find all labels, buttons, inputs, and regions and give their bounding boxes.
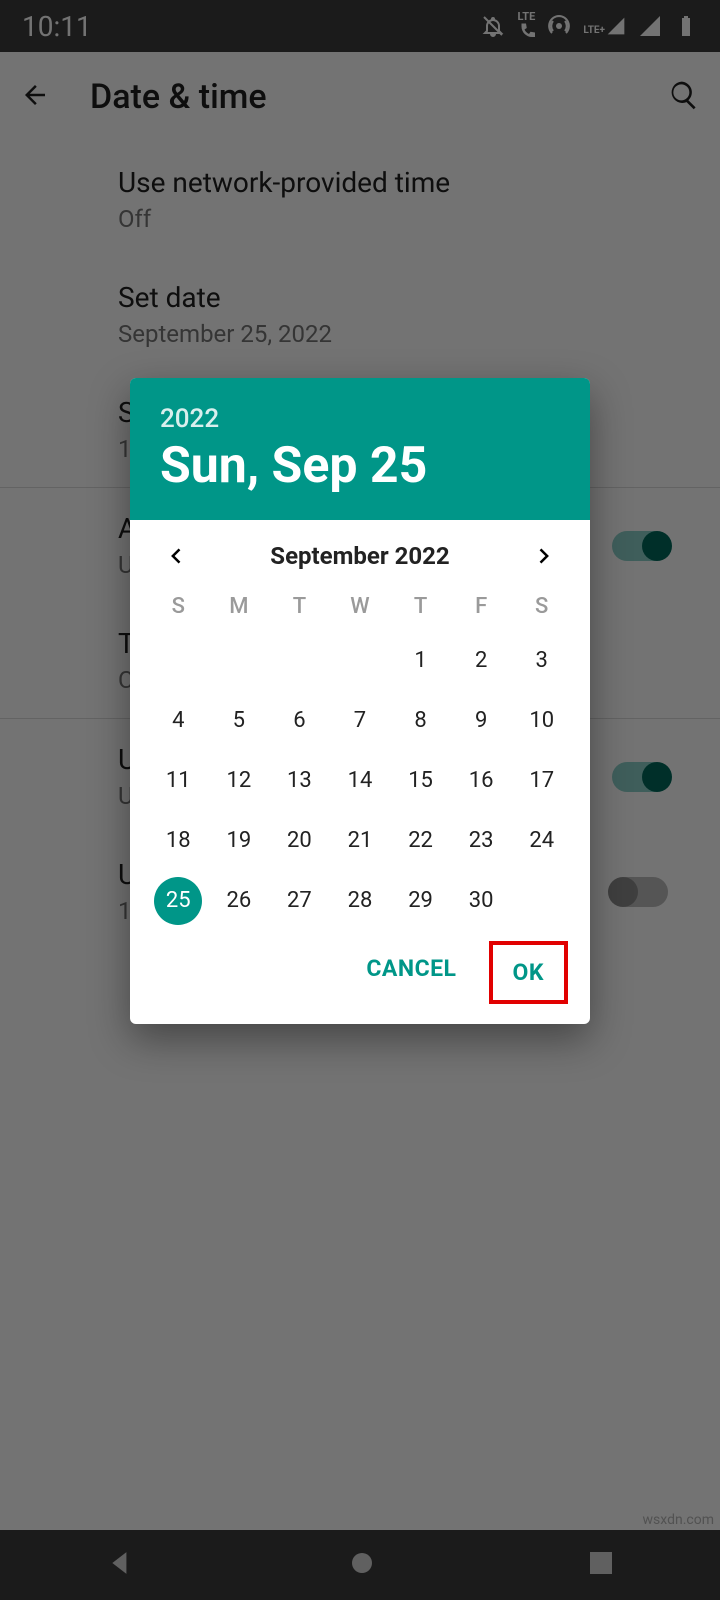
- calendar-day[interactable]: 30: [451, 871, 512, 931]
- calendar-day[interactable]: 15: [390, 751, 451, 811]
- calendar-day[interactable]: 5: [209, 691, 270, 751]
- calendar-day[interactable]: 2: [451, 631, 512, 691]
- calendar-day[interactable]: 6: [269, 691, 330, 751]
- calendar-day[interactable]: 26: [209, 871, 270, 931]
- calendar-day[interactable]: 27: [269, 871, 330, 931]
- calendar-day[interactable]: 16: [451, 751, 512, 811]
- calendar-day[interactable]: 22: [390, 811, 451, 871]
- calendar-empty: [209, 631, 270, 691]
- calendar-day[interactable]: 12: [209, 751, 270, 811]
- next-month-icon[interactable]: [530, 543, 556, 569]
- calendar-day[interactable]: 4: [148, 691, 209, 751]
- calendar-day[interactable]: 19: [209, 811, 270, 871]
- month-nav: September 2022: [130, 520, 590, 582]
- ok-button[interactable]: OK: [493, 945, 564, 1000]
- calendar-day[interactable]: 28: [330, 871, 391, 931]
- month-label: September 2022: [270, 542, 449, 570]
- weekday-label: S: [148, 582, 209, 631]
- date-picker-dialog: 2022 Sun, Sep 25 September 2022 SMTWTFS1…: [130, 378, 590, 1024]
- calendar-empty: [330, 631, 391, 691]
- dialog-header: 2022 Sun, Sep 25: [130, 378, 590, 520]
- calendar-day[interactable]: 17: [511, 751, 572, 811]
- weekday-label: T: [390, 582, 451, 631]
- calendar-grid: SMTWTFS123456789101112131415161718192021…: [130, 582, 590, 931]
- calendar-day[interactable]: 24: [511, 811, 572, 871]
- calendar-day[interactable]: 11: [148, 751, 209, 811]
- cancel-button[interactable]: CANCEL: [346, 941, 476, 1004]
- calendar-day[interactable]: 3: [511, 631, 572, 691]
- calendar-day[interactable]: 1: [390, 631, 451, 691]
- weekday-label: S: [511, 582, 572, 631]
- calendar-empty: [269, 631, 330, 691]
- calendar-day[interactable]: 25: [148, 871, 209, 931]
- weekday-label: W: [330, 582, 391, 631]
- dialog-date[interactable]: Sun, Sep 25: [160, 438, 560, 494]
- calendar-day[interactable]: 7: [330, 691, 391, 751]
- weekday-label: T: [269, 582, 330, 631]
- calendar-day[interactable]: 20: [269, 811, 330, 871]
- calendar-day[interactable]: 9: [451, 691, 512, 751]
- calendar-day[interactable]: 21: [330, 811, 391, 871]
- calendar-empty: [148, 631, 209, 691]
- dialog-actions: CANCEL OK: [130, 931, 590, 1024]
- ok-highlight: OK: [489, 941, 568, 1004]
- prev-month-icon[interactable]: [164, 543, 190, 569]
- calendar-day[interactable]: 18: [148, 811, 209, 871]
- calendar-day[interactable]: 23: [451, 811, 512, 871]
- weekday-label: F: [451, 582, 512, 631]
- calendar-day[interactable]: 14: [330, 751, 391, 811]
- dialog-year[interactable]: 2022: [160, 404, 560, 434]
- calendar-day[interactable]: 13: [269, 751, 330, 811]
- calendar-day[interactable]: 29: [390, 871, 451, 931]
- calendar-day[interactable]: 8: [390, 691, 451, 751]
- calendar-day[interactable]: 10: [511, 691, 572, 751]
- weekday-label: M: [209, 582, 270, 631]
